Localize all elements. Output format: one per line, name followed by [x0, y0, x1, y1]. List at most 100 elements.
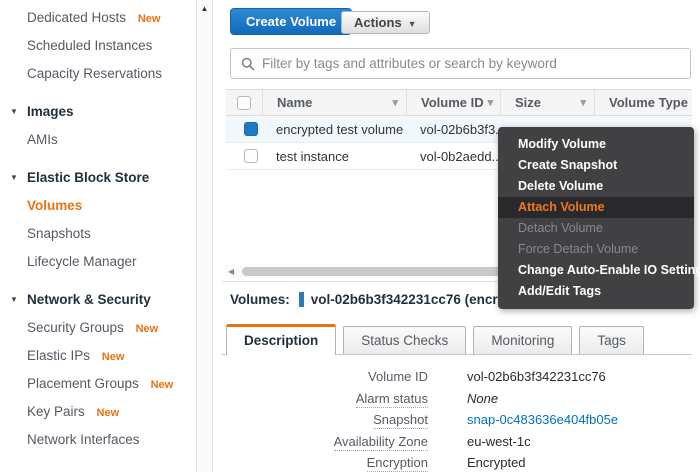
context-menu-item[interactable]: Detach Volume — [498, 218, 694, 239]
context-menu-item[interactable]: Change Auto-Enable IO Setting — [498, 260, 700, 281]
filter-bar[interactable] — [230, 48, 691, 79]
detail-label: Availability Zone — [333, 433, 428, 451]
sidebar-item-label: Capacity Reservations — [27, 66, 163, 81]
sidebar-item[interactable]: Placement Groups New — [0, 370, 196, 398]
column-header[interactable]: Size ▾ — [500, 90, 594, 115]
context-menu-item[interactable]: Force Detach Volume — [498, 239, 694, 260]
context-menu-item-label: Attach Volume — [518, 200, 605, 214]
sidebar-item[interactable]: ▼ Network & Security — [0, 286, 196, 314]
cell-volume-id: vol-02b6b3f3... — [420, 121, 500, 137]
tab-label: Tags — [597, 333, 626, 348]
table-header-row: Name ▾ Volume ID ▾ Size ▾ Volume Type ▾ — [226, 89, 692, 116]
detail-value: Encrypted — [467, 455, 526, 470]
sidebar-item-label: AMIs — [27, 132, 58, 147]
detail-value: eu-west-1c — [467, 433, 531, 449]
sidebar: Dedicated Hosts New Scheduled Instances … — [0, 4, 196, 454]
summary-label: Volumes: — [230, 291, 290, 307]
sidebar-item-label: Dedicated Hosts — [27, 10, 127, 25]
column-header[interactable]: Volume ID ▾ — [406, 90, 500, 115]
create-volume-button[interactable]: Create Volume — [230, 8, 353, 35]
select-all-cell[interactable] — [226, 90, 262, 115]
context-menu-item-label: Force Detach Volume — [518, 242, 639, 256]
sidebar-item-label: Network & Security — [27, 292, 151, 307]
selection-color-bar — [298, 291, 304, 307]
cell-volume-id: vol-0b2aedd... — [420, 148, 500, 164]
actions-button[interactable]: Actions ▼ — [341, 11, 430, 34]
row-checkbox-cell[interactable] — [226, 143, 262, 169]
sidebar-item[interactable]: Volumes — [0, 192, 196, 220]
context-menu-item[interactable]: Attach Volume — [498, 197, 694, 218]
tab-label: Monitoring — [491, 333, 555, 348]
tab[interactable]: Monitoring — [473, 326, 573, 354]
chevron-down-icon: ▼ — [407, 19, 417, 29]
context-menu-item-label: Detach Volume — [518, 221, 603, 235]
sidebar-item-label: Placement Groups — [27, 376, 139, 391]
row-checkbox[interactable] — [244, 149, 258, 163]
column-header[interactable]: Volume Type ▾ — [594, 90, 690, 115]
section-triangle-icon: ▼ — [10, 107, 18, 116]
tab-label: Status Checks — [361, 333, 449, 348]
column-header-label: Name — [277, 95, 313, 110]
sort-caret-icon[interactable]: ▾ — [488, 96, 494, 109]
sidebar-item-label: Elastic Block Store — [27, 170, 150, 185]
row-checkbox[interactable] — [244, 122, 258, 136]
volume-context-menu: Modify Volume Create Snapshot Delete Vol… — [498, 127, 700, 309]
cell-name: encrypted test volume — [276, 121, 404, 137]
select-all-checkbox[interactable] — [237, 95, 251, 110]
actions-button-label: Actions — [354, 15, 402, 30]
cell-name: test instance — [276, 148, 349, 164]
search-icon — [241, 57, 255, 71]
summary-value: vol-02b6b3f342231cc76 (encrypt — [310, 291, 518, 307]
description-panel: Volume ID vol-02b6b3f342231cc76 Alarm stat… — [222, 366, 618, 472]
context-menu-item[interactable]: Add/Edit Tags — [498, 281, 694, 302]
column-header[interactable]: Name ▾ — [262, 90, 406, 115]
sidebar-item-label: Snapshots — [27, 226, 91, 241]
new-badge: New — [137, 13, 161, 25]
sidebar-item[interactable]: Elastic IPs New — [0, 342, 196, 370]
column-header-label: Volume Type — [609, 95, 688, 110]
sidebar-item-label: Lifecycle Manager — [27, 254, 137, 269]
column-header-label: Volume ID — [421, 95, 484, 110]
sidebar-item[interactable]: Dedicated Hosts New — [0, 4, 196, 32]
filter-input[interactable] — [262, 56, 690, 71]
column-header-label: Size — [515, 95, 542, 110]
sidebar-item[interactable]: ▼ Elastic Block Store — [0, 164, 196, 192]
context-menu-item[interactable]: Create Snapshot — [498, 155, 694, 176]
context-menu-item-label: Delete Volume — [518, 179, 604, 193]
detail-label: Volume ID — [368, 369, 428, 384]
tab-label: Description — [244, 333, 319, 348]
sidebar-item[interactable]: ▼ Images — [0, 98, 196, 126]
sidebar-item[interactable]: Snapshots — [0, 220, 196, 248]
section-triangle-icon: ▼ — [10, 295, 18, 304]
context-menu-item-label: Modify Volume — [518, 137, 606, 151]
detail-tabs: Description Status Checks Monitoring Tag… — [222, 324, 692, 355]
sidebar-item[interactable]: Key Pairs New — [0, 398, 196, 426]
context-menu-item[interactable]: Delete Volume — [498, 176, 694, 197]
tab[interactable]: Tags — [579, 326, 644, 354]
sidebar-item-label: Network Interfaces — [27, 432, 140, 447]
sidebar-item[interactable]: AMIs — [0, 126, 196, 154]
sidebar-item[interactable]: Capacity Reservations — [0, 60, 196, 88]
sidebar-item[interactable]: Security Groups New — [0, 314, 196, 342]
context-menu-item[interactable]: Modify Volume — [498, 134, 694, 155]
sidebar-item[interactable]: Lifecycle Manager — [0, 248, 196, 276]
sidebar-item-label: Images — [27, 104, 74, 119]
row-checkbox-cell[interactable] — [226, 116, 262, 142]
context-menu-item-label: Add/Edit Tags — [518, 284, 602, 298]
tab[interactable]: Description — [226, 324, 337, 355]
detail-value: None — [467, 390, 499, 406]
tab[interactable]: Status Checks — [343, 326, 467, 354]
sort-caret-icon[interactable]: ▾ — [580, 96, 586, 109]
detail-value[interactable]: snap-0c483636e404fb05e — [467, 409, 618, 431]
context-menu-item-label: Change Auto-Enable IO Setting — [518, 263, 700, 277]
new-badge: New — [96, 407, 120, 419]
sidebar-item[interactable]: Scheduled Instances — [0, 32, 196, 60]
detail-label: Encryption — [366, 455, 428, 472]
sidebar-item[interactable]: Network Interfaces — [0, 426, 196, 454]
sidebar-item-label: Volumes — [27, 198, 83, 213]
scroll-left-icon[interactable]: ◀ — [228, 267, 234, 276]
sidebar-item-label: Elastic IPs — [27, 348, 91, 363]
sort-caret-icon[interactable]: ▾ — [392, 96, 398, 109]
scroll-up-icon[interactable]: ▲ — [197, 0, 212, 13]
sidebar-scrollbar[interactable]: ▲ — [196, 0, 213, 472]
